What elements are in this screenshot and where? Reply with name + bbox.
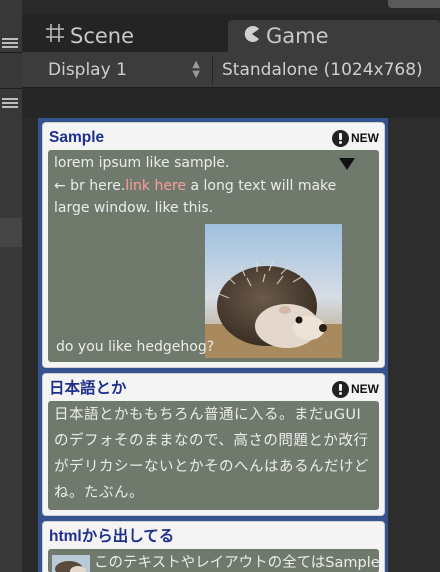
text-line: ← br here.link here a long text will mak… xyxy=(54,175,373,198)
tab-scene[interactable]: Scene xyxy=(44,20,214,52)
text-segment: ← br here. xyxy=(54,177,126,194)
selected-row[interactable] xyxy=(0,218,22,247)
card-title: htmlから出してる xyxy=(49,528,175,545)
left-dock-panel xyxy=(0,0,22,572)
toolbar-sub-bar xyxy=(22,88,440,118)
link-here[interactable]: link here xyxy=(125,178,186,194)
updown-arrows-icon: ▲ ▼ xyxy=(192,59,200,80)
pacman-icon xyxy=(242,21,262,53)
card-body: lorem ipsum like sample. ← br here.link … xyxy=(48,150,379,362)
right-margin xyxy=(388,118,440,572)
new-badge-label: NEW xyxy=(351,382,379,396)
tab-bar: Scene Game xyxy=(22,14,440,52)
card-header: Sample NEW xyxy=(48,126,379,150)
card-header: htmlから出してる xyxy=(48,525,379,549)
card-body: このテキストやレイアウトの全てはSample xyxy=(48,549,379,572)
divider xyxy=(0,52,22,53)
exclamation-icon xyxy=(332,129,349,147)
card-title: Sample xyxy=(49,129,105,146)
display-dropdown-label: Display 1 xyxy=(48,60,127,80)
game-view: Sample NEW lorem ipsum like sample. ← br… xyxy=(38,118,388,572)
text-line: large window. like this. xyxy=(54,200,214,216)
game-toolbar: Display 1 ▲ ▼ Standalone (1024x768) xyxy=(22,52,440,88)
card-header: 日本語とか NEW xyxy=(48,377,379,401)
card-sample[interactable]: Sample NEW lorem ipsum like sample. ← br… xyxy=(42,122,385,368)
hedgehog-image xyxy=(205,224,342,358)
card-list: Sample NEW lorem ipsum like sample. ← br… xyxy=(42,122,385,572)
grid-icon xyxy=(44,21,66,53)
tab-game-label: Game xyxy=(266,24,329,48)
question-text: do you like hedgehog? xyxy=(56,338,215,355)
display-dropdown[interactable]: Display 1 ▲ ▼ xyxy=(40,56,210,84)
corner-chip xyxy=(388,0,440,8)
card-title: 日本語とか xyxy=(49,380,127,397)
text-segment: a long text will make xyxy=(186,177,337,194)
card-japanese[interactable]: 日本語とか NEW 日本語とかももちろん普通に入る。まだuGUIのデフォそのまま… xyxy=(42,373,385,516)
hedgehog-thumbnail xyxy=(52,555,90,572)
exclamation-icon xyxy=(332,380,349,398)
new-badge: NEW xyxy=(332,129,379,147)
new-badge-label: NEW xyxy=(351,131,379,145)
text-line: lorem ipsum like sample. xyxy=(54,155,230,171)
aspect-dropdown[interactable]: Standalone (1024x768) xyxy=(214,56,440,84)
card-text: このテキストやレイアウトの全てはSample xyxy=(94,555,379,571)
card-html[interactable]: htmlから出してる このテキストやレイアウトの全てはSample xyxy=(42,521,385,572)
divider xyxy=(212,56,213,84)
divider xyxy=(0,88,22,89)
triangle-down-icon xyxy=(339,158,355,170)
panel-menu-icon[interactable] xyxy=(2,98,18,110)
panel-menu-icon[interactable] xyxy=(2,38,18,50)
new-badge: NEW xyxy=(332,380,379,398)
aspect-dropdown-label: Standalone (1024x768) xyxy=(222,60,423,80)
tab-game[interactable]: Game xyxy=(228,20,440,52)
card-body: 日本語とかももちろん普通に入る。まだuGUIのデフォそのままなので、高さの問題と… xyxy=(48,401,379,510)
tab-scene-label: Scene xyxy=(70,24,135,48)
